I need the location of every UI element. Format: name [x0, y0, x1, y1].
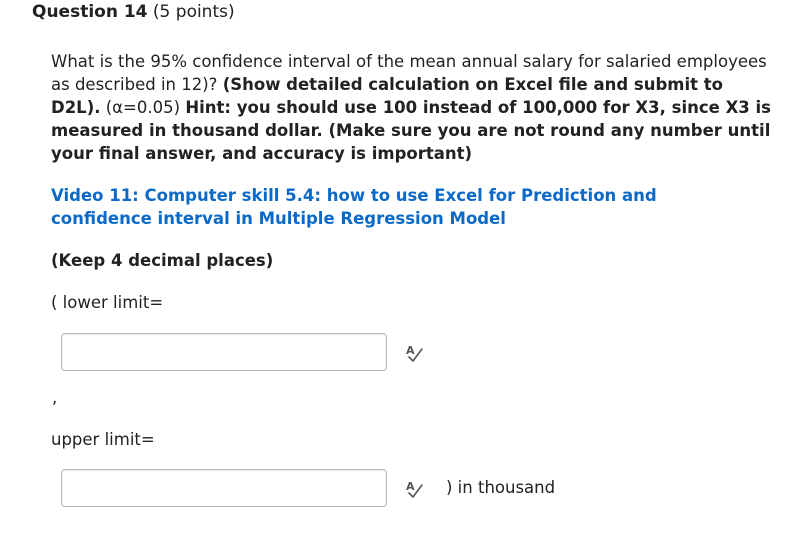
- unit-suffix: ) in thousand: [446, 478, 556, 497]
- spellcheck-icon[interactable]: A: [404, 343, 424, 363]
- keep-decimal-note: (Keep 4 decimal places): [51, 251, 274, 270]
- video-link[interactable]: Video 11: Computer skill 5.4: how to use…: [51, 184, 751, 230]
- question-header: Question 14 (5 points): [32, 0, 235, 24]
- question-text-part-2: (α=0.05): [100, 98, 186, 117]
- question-title: Question 14: [32, 2, 148, 22]
- question-points: (5 points): [147, 2, 235, 22]
- svg-text:A: A: [406, 480, 415, 493]
- lower-limit-input[interactable]: [61, 333, 387, 371]
- upper-limit-input[interactable]: [61, 469, 387, 507]
- separator-comma: ,: [52, 388, 58, 407]
- question-text: What is the 95% confidence interval of t…: [51, 50, 771, 165]
- spellcheck-icon[interactable]: A: [404, 479, 424, 499]
- upper-limit-label: upper limit=: [51, 430, 155, 449]
- svg-text:A: A: [406, 344, 415, 357]
- lower-limit-label: ( lower limit=: [51, 293, 164, 312]
